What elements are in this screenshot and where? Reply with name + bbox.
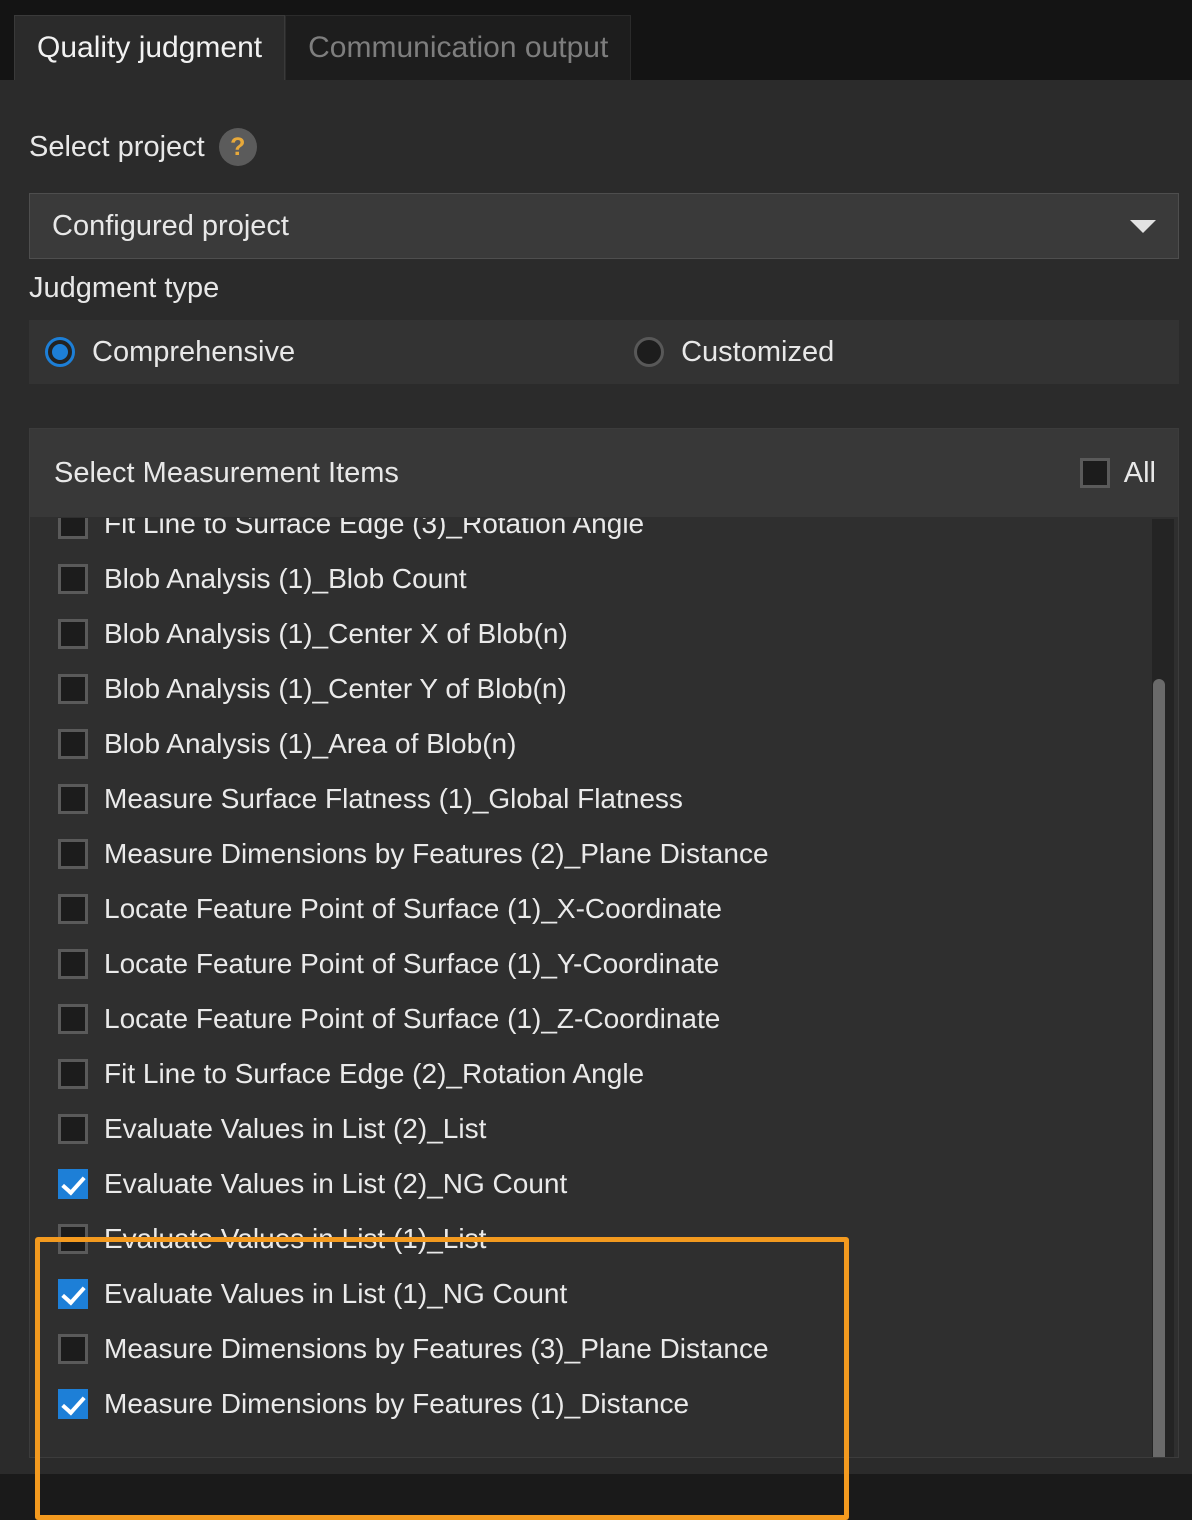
checkbox-unchecked[interactable]	[58, 894, 88, 924]
tab-communication-output-label: Communication output	[308, 31, 608, 65]
measurement-item-row[interactable]: Evaluate Values in List (1)_NG Count	[30, 1266, 1178, 1321]
measurement-item-label: Blob Analysis (1)_Center X of Blob(n)	[104, 618, 568, 650]
measurement-item-row[interactable]: Blob Analysis (1)_Center X of Blob(n)	[30, 606, 1178, 661]
measurement-item-label: Evaluate Values in List (1)_List	[104, 1223, 486, 1255]
list-scrollbar-track[interactable]	[1152, 519, 1174, 1457]
measurement-items-list: Fit Line to Surface Edge (3)_Rotation An…	[30, 518, 1178, 1431]
measurement-item-row[interactable]: Locate Feature Point of Surface (1)_Z-Co…	[30, 991, 1178, 1046]
measurement-item-label: Measure Dimensions by Features (2)_Plane…	[104, 838, 769, 870]
radio-option-customized[interactable]: Customized	[634, 336, 834, 369]
measurement-item-label: Blob Analysis (1)_Center Y of Blob(n)	[104, 673, 567, 705]
checkbox-unchecked[interactable]	[58, 564, 88, 594]
radio-option-customized-label: Customized	[681, 336, 834, 369]
tab-quality-judgment-label: Quality judgment	[37, 31, 262, 65]
measurement-item-label: Fit Line to Surface Edge (3)_Rotation An…	[104, 518, 644, 540]
project-dropdown-value: Configured project	[52, 210, 1130, 243]
measurement-item-label: Evaluate Values in List (1)_NG Count	[104, 1278, 567, 1310]
measurement-item-row[interactable]: Measure Dimensions by Features (3)_Plane…	[30, 1321, 1178, 1376]
chevron-down-icon	[1130, 220, 1156, 233]
measurement-item-row[interactable]: Blob Analysis (1)_Area of Blob(n)	[30, 716, 1178, 771]
select-project-label: Select project	[29, 131, 205, 164]
project-dropdown[interactable]: Configured project	[29, 193, 1179, 259]
measurement-item-row[interactable]: Measure Dimensions by Features (2)_Plane…	[30, 826, 1178, 881]
checkbox-unchecked[interactable]	[58, 1114, 88, 1144]
tab-communication-output[interactable]: Communication output	[285, 15, 631, 80]
measurement-item-label: Locate Feature Point of Surface (1)_Z-Co…	[104, 1003, 720, 1035]
radio-unselected-icon	[634, 337, 664, 367]
quality-judgment-panel: Select project ? Configured project Judg…	[0, 80, 1192, 1474]
measurement-item-label: Blob Analysis (1)_Blob Count	[104, 563, 467, 595]
measurement-item-row[interactable]: Locate Feature Point of Surface (1)_X-Co…	[30, 881, 1178, 936]
measurement-item-row[interactable]: Blob Analysis (1)_Blob Count	[30, 551, 1178, 606]
list-scrollbar-thumb[interactable]	[1153, 679, 1165, 1458]
measurement-item-label: Evaluate Values in List (2)_List	[104, 1113, 486, 1145]
judgment-type-label: Judgment type	[29, 272, 219, 305]
checkbox-unchecked[interactable]	[58, 1224, 88, 1254]
select-all-checkbox[interactable]	[1080, 458, 1110, 488]
checkbox-unchecked[interactable]	[58, 839, 88, 869]
radio-option-comprehensive[interactable]: Comprehensive	[45, 336, 295, 369]
measurement-item-label: Measure Dimensions by Features (1)_Dista…	[104, 1388, 689, 1420]
measurement-items-header: Select Measurement Items All	[30, 429, 1178, 517]
tab-quality-judgment[interactable]: Quality judgment	[14, 15, 285, 80]
select-all-label: All	[1124, 457, 1156, 490]
measurement-item-row[interactable]: Evaluate Values in List (2)_List	[30, 1101, 1178, 1156]
judgment-type-radio-group: Comprehensive Customized	[29, 320, 1179, 384]
measurement-item-label: Blob Analysis (1)_Area of Blob(n)	[104, 728, 516, 760]
measurement-item-row[interactable]: Fit Line to Surface Edge (3)_Rotation An…	[30, 518, 1178, 551]
checkbox-unchecked[interactable]	[58, 1334, 88, 1364]
measurement-item-row[interactable]: Evaluate Values in List (1)_List	[30, 1211, 1178, 1266]
measurement-item-row[interactable]: Measure Surface Flatness (1)_Global Flat…	[30, 771, 1178, 826]
select-all-control[interactable]: All	[1080, 457, 1156, 490]
checkbox-unchecked[interactable]	[58, 784, 88, 814]
checkbox-checked[interactable]	[58, 1169, 88, 1199]
checkbox-unchecked[interactable]	[58, 619, 88, 649]
question-mark-icon[interactable]: ?	[219, 128, 257, 166]
measurement-item-row[interactable]: Fit Line to Surface Edge (2)_Rotation An…	[30, 1046, 1178, 1101]
radio-selected-icon	[45, 337, 75, 367]
measurement-item-row[interactable]: Evaluate Values in List (2)_NG Count	[30, 1156, 1178, 1211]
checkbox-unchecked[interactable]	[58, 674, 88, 704]
measurement-item-label: Measure Surface Flatness (1)_Global Flat…	[104, 783, 683, 815]
checkbox-unchecked[interactable]	[58, 518, 88, 539]
checkbox-checked[interactable]	[58, 1279, 88, 1309]
measurement-items-scroll-area[interactable]: Fit Line to Surface Edge (3)_Rotation An…	[30, 518, 1178, 1458]
measurement-item-row[interactable]: Blob Analysis (1)_Center Y of Blob(n)	[30, 661, 1178, 716]
measurement-items-title: Select Measurement Items	[54, 457, 1080, 490]
measurement-item-label: Measure Dimensions by Features (3)_Plane…	[104, 1333, 769, 1365]
measurement-item-label: Evaluate Values in List (2)_NG Count	[104, 1168, 567, 1200]
measurement-item-row[interactable]: Measure Dimensions by Features (1)_Dista…	[30, 1376, 1178, 1431]
select-project-row: Select project ?	[29, 128, 257, 166]
tab-bar: Quality judgment Communication output	[0, 0, 1192, 80]
measurement-item-label: Fit Line to Surface Edge (2)_Rotation An…	[104, 1058, 644, 1090]
checkbox-unchecked[interactable]	[58, 949, 88, 979]
checkbox-unchecked[interactable]	[58, 1059, 88, 1089]
measurement-items-panel: Select Measurement Items All Fit Line to…	[29, 428, 1179, 1458]
measurement-item-row[interactable]: Locate Feature Point of Surface (1)_Y-Co…	[30, 936, 1178, 991]
checkbox-unchecked[interactable]	[58, 729, 88, 759]
measurement-item-label: Locate Feature Point of Surface (1)_Y-Co…	[104, 948, 719, 980]
measurement-item-label: Locate Feature Point of Surface (1)_X-Co…	[104, 893, 722, 925]
radio-option-comprehensive-label: Comprehensive	[92, 336, 295, 369]
checkbox-unchecked[interactable]	[58, 1004, 88, 1034]
checkbox-checked[interactable]	[58, 1389, 88, 1419]
